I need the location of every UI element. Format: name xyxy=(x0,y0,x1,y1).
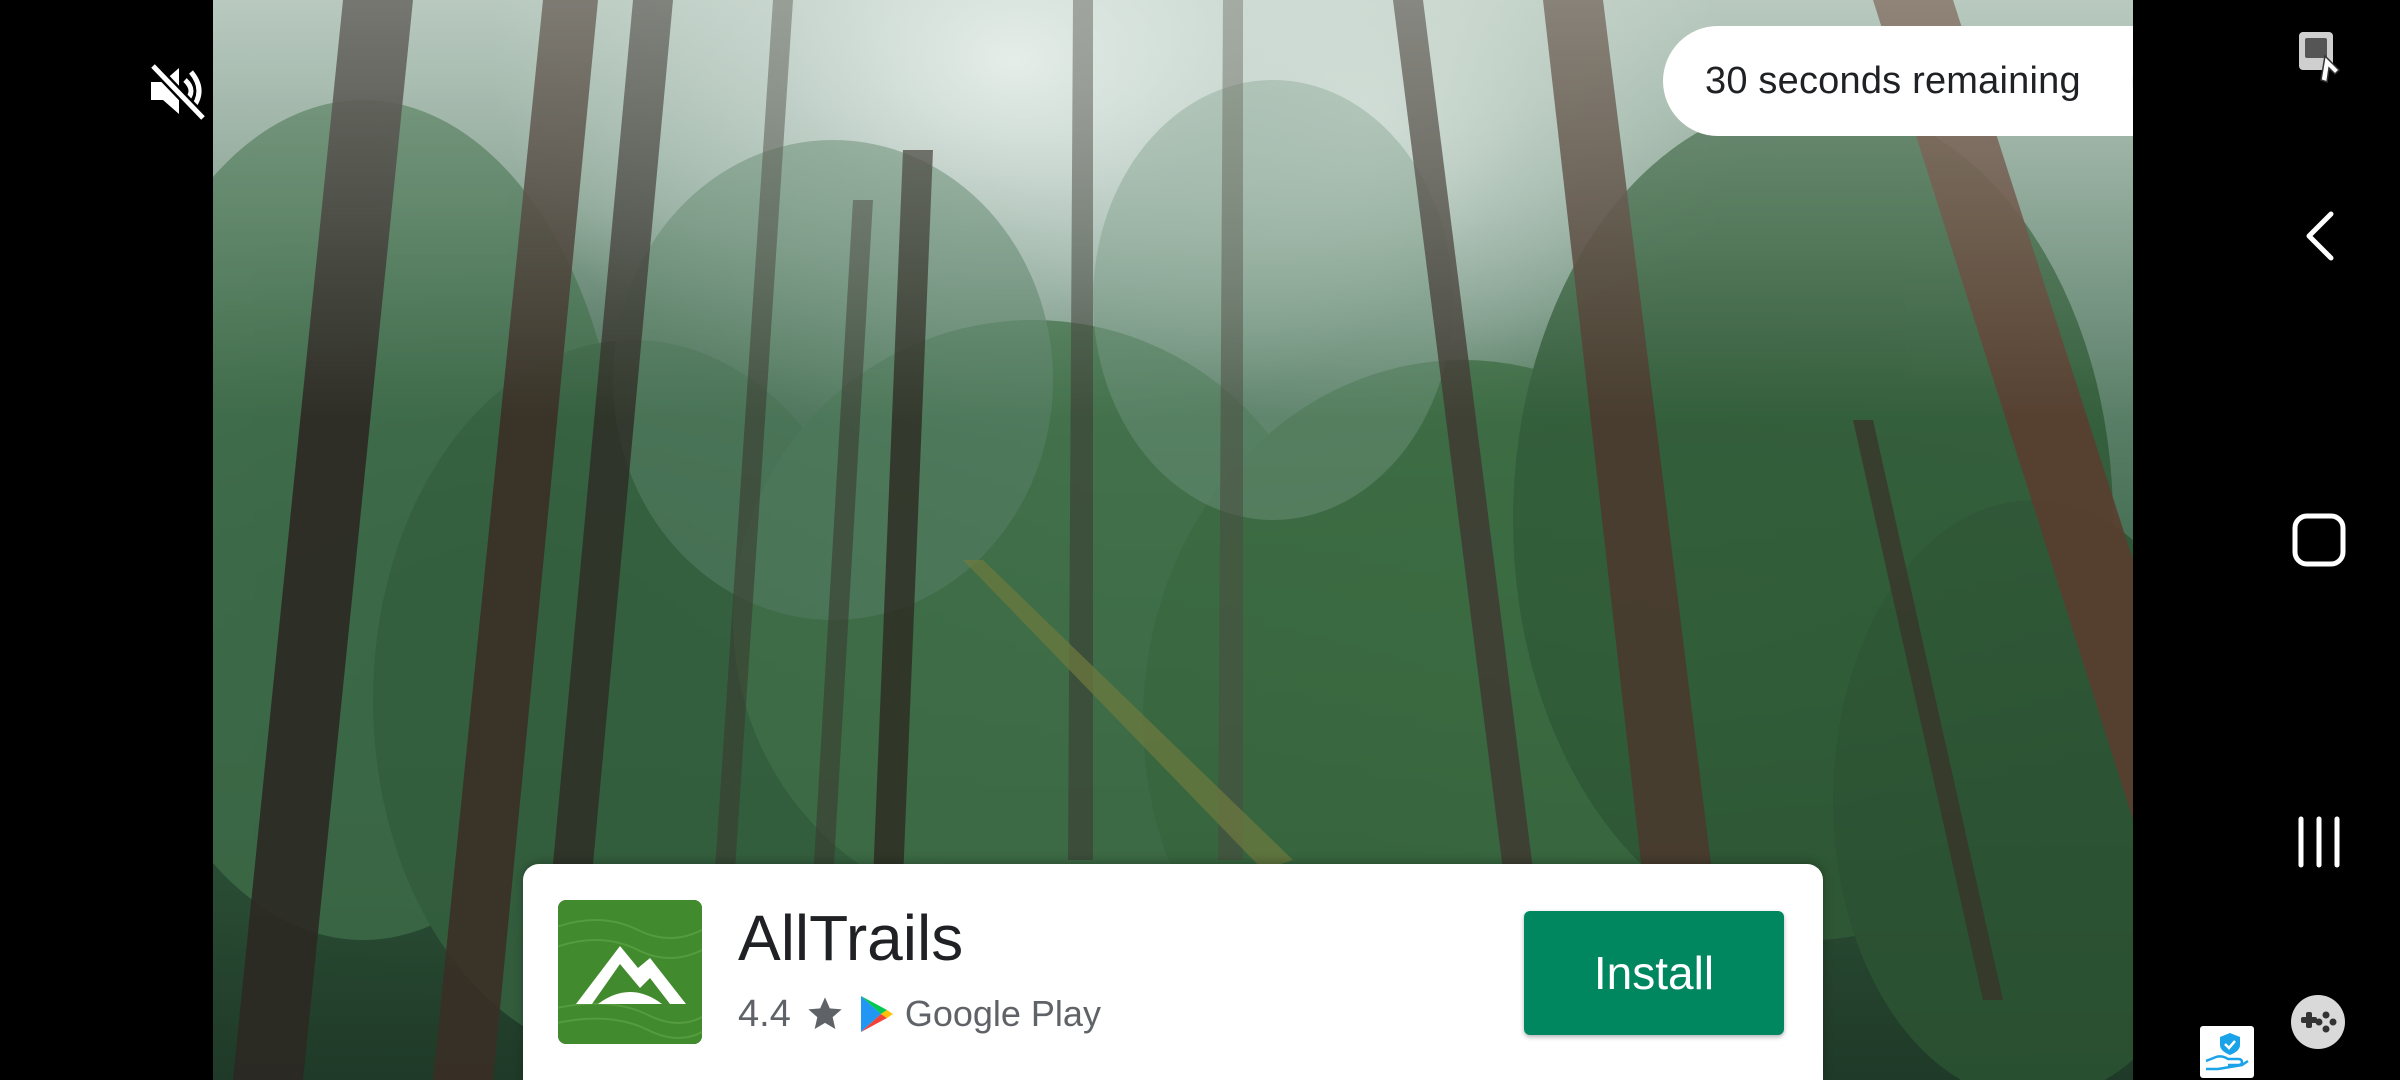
app-name[interactable]: AllTrails xyxy=(738,906,963,970)
install-button[interactable]: Install xyxy=(1524,911,1784,1035)
app-install-card[interactable]: AllTrails 4.4 Google Play Install xyxy=(523,864,1823,1080)
countdown-text: 30 seconds remaining xyxy=(1705,59,2081,102)
star-icon xyxy=(808,997,842,1029)
screen-lock-icon xyxy=(2299,32,2341,83)
app-icon[interactable] xyxy=(558,900,702,1044)
home-button[interactable] xyxy=(2289,510,2349,570)
left-letterbox xyxy=(0,0,213,1080)
game-tools-icon xyxy=(2291,995,2345,1049)
alltrails-logo-icon xyxy=(558,900,702,1044)
recents-button[interactable] xyxy=(2289,814,2349,870)
mute-button[interactable] xyxy=(143,58,213,124)
recents-icon xyxy=(2298,816,2340,868)
home-icon xyxy=(2292,513,2346,567)
app-meta-row: 4.4 Google Play xyxy=(738,988,1101,1040)
screen-lock-button[interactable] xyxy=(2293,24,2349,88)
back-icon xyxy=(2306,211,2334,261)
system-navigation-bar xyxy=(2133,0,2400,1080)
volume-muted-icon xyxy=(149,62,207,122)
protection-hand-icon xyxy=(2205,1033,2249,1071)
ad-screen: 30 seconds remaining AllTrails 4.4 Googl… xyxy=(0,0,2400,1080)
store-label: Google Play xyxy=(904,993,1101,1034)
privacy-badge[interactable] xyxy=(2200,1026,2254,1078)
google-play-icon xyxy=(860,996,893,1032)
app-rating: 4.4 xyxy=(738,992,791,1035)
back-button[interactable] xyxy=(2295,206,2345,266)
game-tools-button[interactable] xyxy=(2287,992,2349,1052)
